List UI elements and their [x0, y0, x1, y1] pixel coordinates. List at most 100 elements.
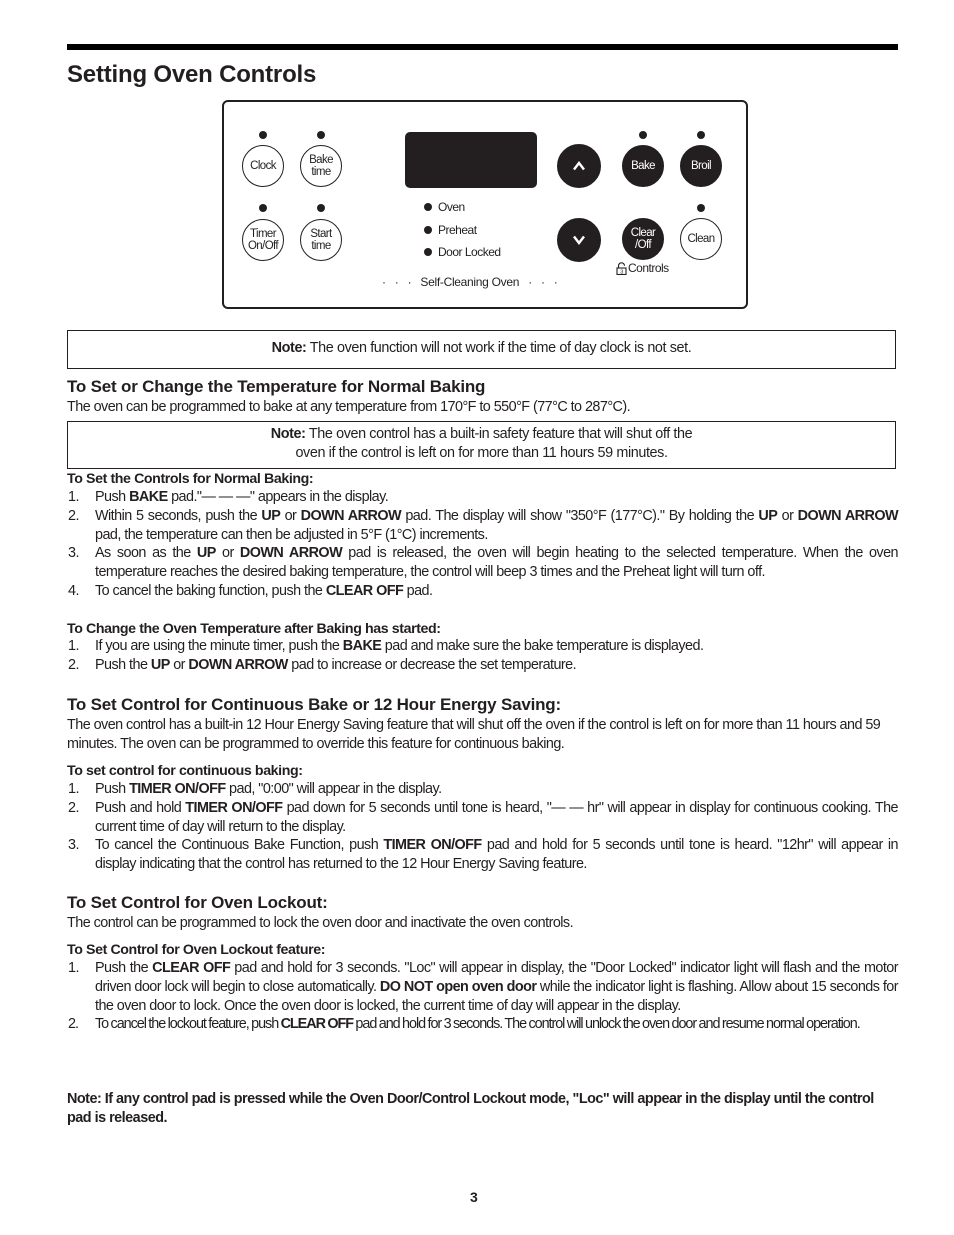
- step-item: 2. Push the UP or DOWN ARROW pad to incre…: [67, 656, 898, 675]
- emphasis: DOWN ARROW: [239, 545, 343, 562]
- svg-text:3: 3: [620, 269, 623, 275]
- normal-baking-steps: 1. Push BAKE pad."— — —" appears in the d…: [67, 488, 899, 601]
- clock-indicator-light: [259, 131, 267, 139]
- step-text: Push the UP or DOWN ARROW pad to increas…: [95, 656, 577, 673]
- step-item: 1. Push the CLEAR OFF pad and hold for 3 …: [67, 959, 899, 1015]
- bake-time-pad[interactable]: Bake time: [300, 145, 342, 187]
- up-arrow-pad[interactable]: [557, 144, 601, 188]
- step-text: Push BAKE pad."— — —" appears in the dis…: [95, 489, 389, 505]
- emphasis: BAKE: [342, 638, 382, 654]
- emphasis: TIMER ON/OFF: [185, 799, 283, 816]
- continuous-baking-steps: 1. Push TIMER ON/OFF pad, "0:00" will app…: [67, 780, 899, 874]
- bake-pad-label: Bake: [631, 160, 655, 172]
- emphasis: TIMER ON/OFF: [129, 781, 226, 797]
- door-locked-indicator-dot: [424, 248, 432, 256]
- step-text: To cancel the lockout feature, push CLEA…: [95, 1016, 861, 1033]
- emphasis: DOWN ARROW: [300, 507, 402, 524]
- down-arrow-pad[interactable]: [557, 218, 601, 262]
- door-locked-indicator: Door Locked: [424, 245, 501, 259]
- emphasis: UP: [150, 656, 170, 673]
- page-title: Setting Oven Controls: [67, 61, 317, 88]
- start-time-pad-label: Start time: [310, 228, 332, 252]
- step-text: As soon as the UP or DOWN ARROW pad is r…: [95, 545, 899, 581]
- step-item: 3. As soon as the UP or DOWN ARROW pad is…: [67, 544, 899, 582]
- step-number: 1.: [68, 781, 79, 797]
- safety-note-box: Note: The oven control has a built-in sa…: [67, 421, 896, 469]
- step-text: Push TIMER ON/OFF pad, "0:00" will appea…: [95, 781, 442, 797]
- clean-indicator-light: [697, 204, 705, 212]
- step-text: If you are using the minute timer, push …: [95, 638, 704, 654]
- clock-note-box: Note: The oven function will not work if…: [67, 330, 896, 369]
- controls-lockout-label: 3 Controls: [616, 261, 669, 275]
- broil-indicator-light: [697, 131, 705, 139]
- subheading-continuous-baking: To set control for continuous baking:: [67, 763, 303, 779]
- oven-display: [405, 132, 537, 188]
- bake-time-indicator-light: [317, 131, 325, 139]
- emphasis: CLEAR OFF: [152, 960, 231, 976]
- step-number: 2.: [68, 656, 79, 673]
- step-text: Push the CLEAR OFF pad and hold for 3 se…: [95, 960, 899, 1014]
- step-item: 2. Within 5 seconds, push the UP or DOWN …: [67, 507, 899, 545]
- lockout-final-note: Note: If any control pad is pressed whil…: [67, 1091, 874, 1126]
- step-item: 1. If you are using the minute timer, pus…: [67, 637, 898, 656]
- step-number: 1.: [68, 960, 79, 976]
- emphasis: DOWN ARROW: [797, 507, 899, 524]
- start-time-pad[interactable]: Start time: [300, 219, 342, 261]
- oven-lockout-steps: 1. Push the CLEAR OFF pad and hold for 3 …: [67, 959, 899, 1034]
- down-arrow-icon: [573, 235, 585, 245]
- step-item: 1. Push BAKE pad."— — —" appears in the d…: [67, 488, 898, 507]
- section-intro-normal-baking: The oven can be programmed to bake at an…: [67, 399, 631, 415]
- subheading-oven-lockout: To Set Control for Oven Lockout feature:: [67, 942, 326, 958]
- section-intro-continuous-bake: The oven control has a built-in 12 Hour …: [67, 717, 881, 752]
- broil-pad[interactable]: Broil: [680, 145, 722, 187]
- up-arrow-icon: [573, 161, 585, 171]
- step-text: Push and hold TIMER ON/OFF pad down for …: [95, 799, 899, 835]
- emphasis: DO NOT open oven door: [379, 978, 537, 995]
- broil-pad-label: Broil: [690, 160, 712, 172]
- step-number: 2.: [68, 507, 79, 524]
- self-cleaning-oven-label: · · · Self-Cleaning Oven · · ·: [382, 275, 558, 289]
- header-rule: [67, 44, 898, 50]
- emphasis: UP: [261, 507, 281, 524]
- step-number: 1.: [68, 489, 79, 505]
- note-text: The oven function will not work if the t…: [306, 340, 692, 356]
- emphasis: DOWN ARROW: [188, 656, 288, 673]
- section-intro-oven-lockout: The control can be programmed to lock th…: [67, 915, 574, 931]
- clean-pad-label: Clean: [687, 233, 715, 245]
- oven-indicator: Oven: [424, 200, 465, 214]
- clear-off-pad-label: Clear/Off: [630, 227, 656, 251]
- preheat-indicator-dot: [424, 226, 432, 234]
- subheading-set-controls: To Set the Controls for Normal Baking:: [67, 471, 314, 487]
- section-heading-normal-baking: To Set or Change the Temperature for Nor…: [67, 377, 486, 396]
- step-number: 4.: [68, 582, 79, 599]
- step-item: 4. To cancel the baking function, push th…: [67, 582, 898, 601]
- step-number: 3.: [68, 837, 79, 854]
- note-label: Note:: [270, 426, 306, 442]
- timer-pad-label: Timer On/Off: [247, 228, 279, 252]
- section-heading-oven-lockout: To Set Control for Oven Lockout:: [67, 893, 328, 912]
- page-number: 3: [470, 1189, 478, 1205]
- step-number: 1.: [68, 638, 79, 654]
- step-text: To cancel the baking function, push the …: [95, 582, 433, 599]
- emphasis: UP: [196, 545, 216, 562]
- step-number: 2.: [68, 1016, 79, 1033]
- step-text: Within 5 seconds, push the UP or DOWN AR…: [95, 507, 899, 543]
- timer-on-off-pad[interactable]: Timer On/Off: [242, 219, 284, 261]
- clear-off-pad[interactable]: Clear/Off: [622, 218, 664, 260]
- emphasis: TIMER ON/OFF: [383, 837, 482, 854]
- bake-pad[interactable]: Bake: [622, 145, 664, 187]
- padlock-icon: 3: [616, 261, 627, 275]
- note-label: Note:: [271, 340, 307, 356]
- clean-pad[interactable]: Clean: [680, 218, 722, 260]
- bake-indicator-light: [639, 131, 647, 139]
- clock-pad[interactable]: Clock: [242, 145, 284, 187]
- oven-indicator-dot: [424, 203, 432, 211]
- section-heading-continuous-bake: To Set Control for Continuous Bake or 12…: [67, 695, 561, 714]
- step-item: 1. Push TIMER ON/OFF pad, "0:00" will app…: [67, 780, 898, 799]
- oven-control-panel-diagram: Clock Bake time Timer On/Off Start time Ove…: [222, 100, 748, 309]
- timer-indicator-light: [259, 204, 267, 212]
- change-temperature-steps: 1. If you are using the minute timer, pus…: [67, 637, 898, 675]
- step-item: 3. To cancel the Continuous Bake Function…: [67, 836, 899, 874]
- emphasis: BAKE: [129, 489, 168, 505]
- start-time-indicator-light: [317, 204, 325, 212]
